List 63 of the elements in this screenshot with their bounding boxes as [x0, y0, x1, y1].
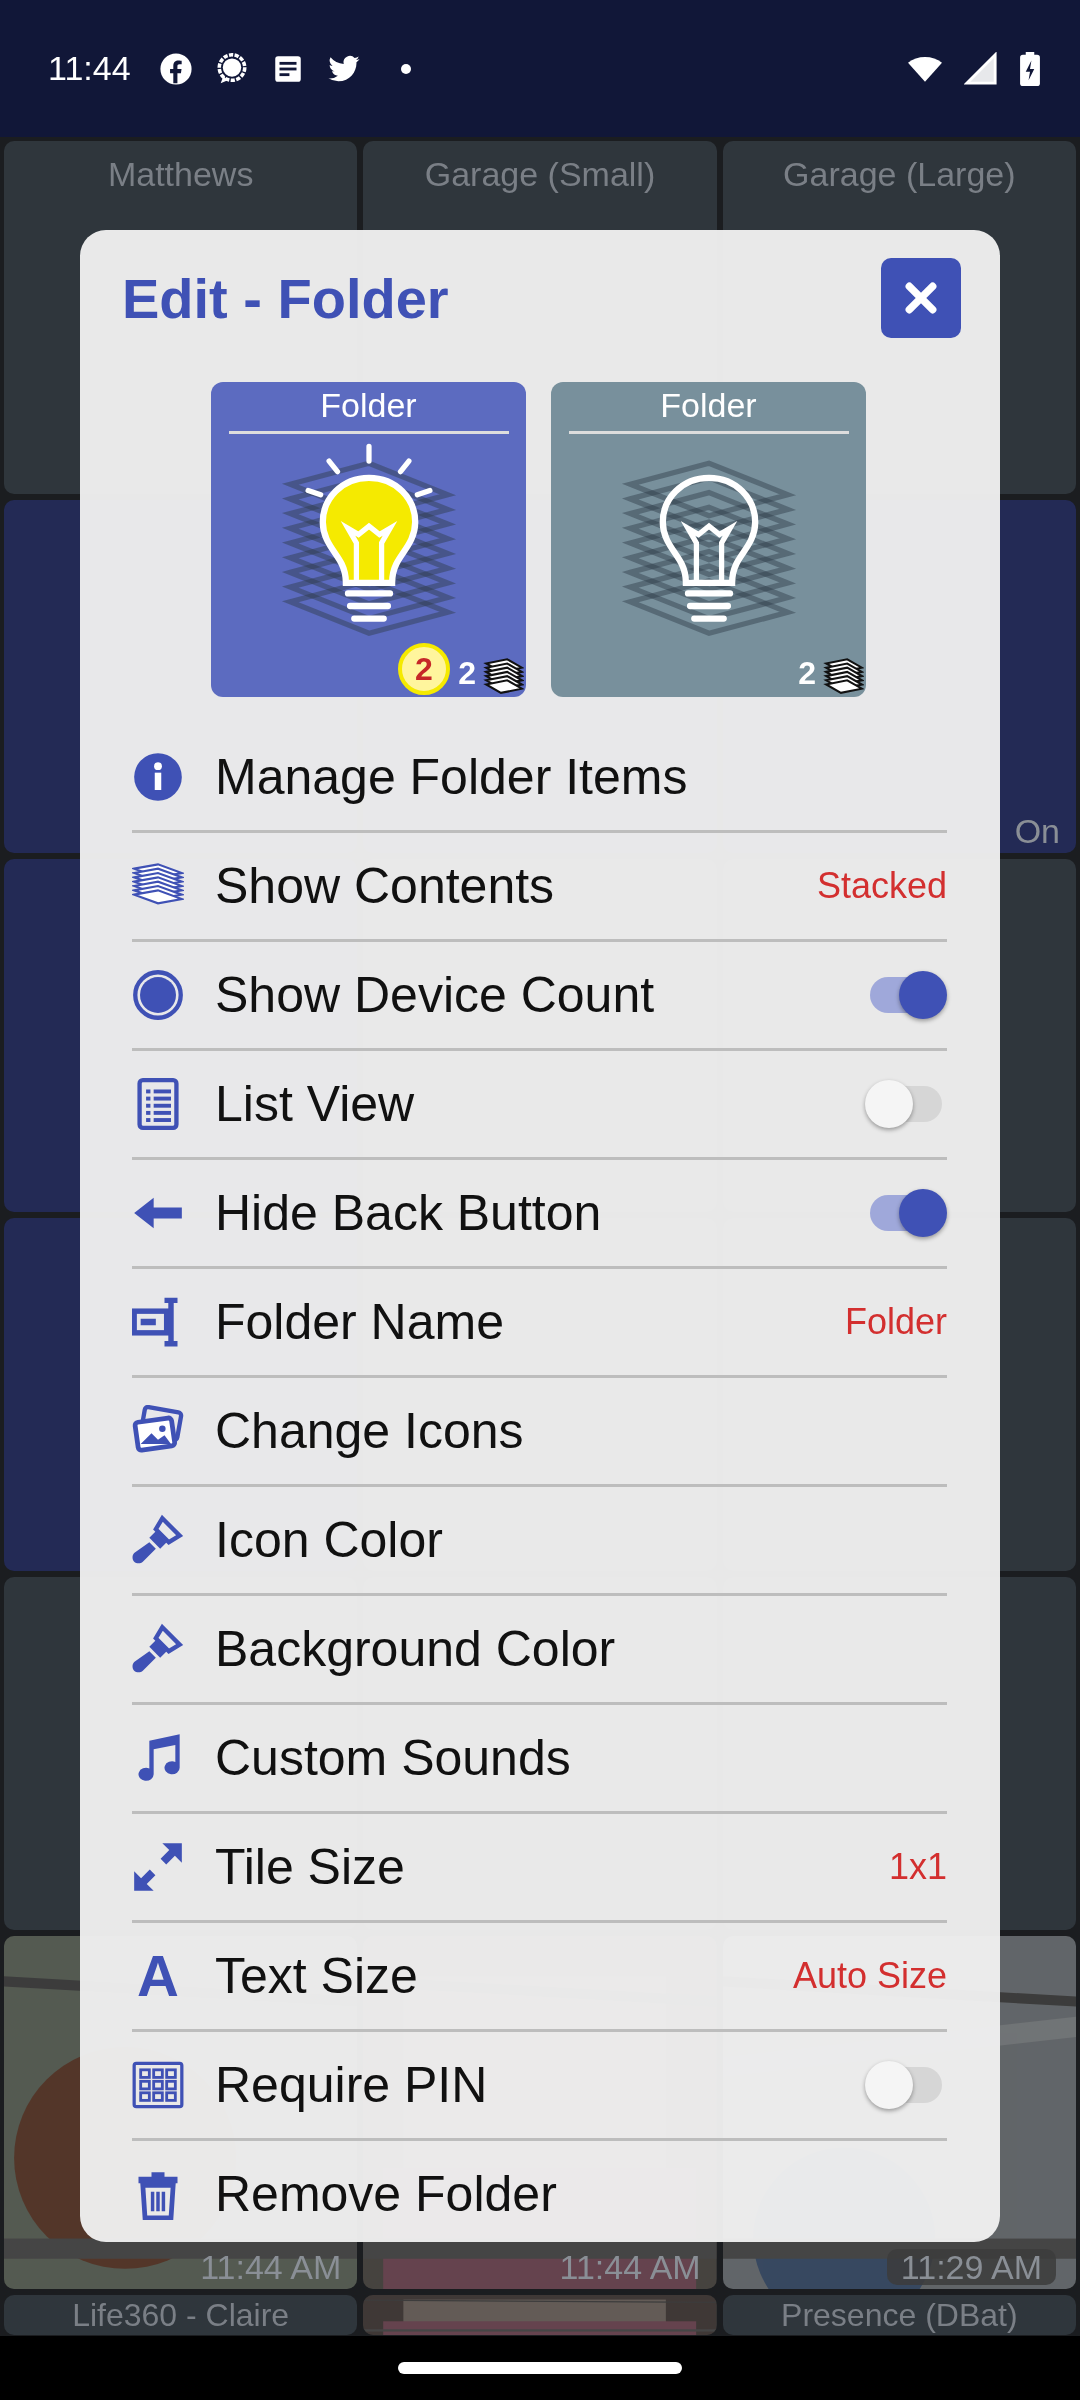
settings-row[interactable]: Background Color — [132, 1596, 947, 1705]
row-label: Tile Size — [215, 1838, 406, 1896]
device-count-badge: 2 — [398, 643, 450, 695]
row-value: 1x1 — [888, 1846, 947, 1888]
row-value: Folder — [844, 1301, 947, 1343]
settings-row[interactable]: Tile Size 1x1 — [132, 1814, 947, 1923]
text-size-icon: A — [132, 1947, 184, 2005]
settings-row[interactable]: Icon Color — [132, 1487, 947, 1596]
brush-icon — [132, 1514, 184, 1566]
tile-label: Matthews — [107, 155, 254, 194]
settings-row[interactable]: Manage Folder Items — [132, 724, 947, 833]
row-label: Show Device Count — [215, 966, 656, 1024]
tile-status: 11:29 AM — [886, 2249, 1056, 2285]
home-handle[interactable] — [398, 2362, 682, 2374]
settings-row[interactable]: Show Device Count — [132, 942, 947, 1051]
row-label: Folder Name — [215, 1293, 505, 1351]
item-count: 2 — [458, 657, 476, 689]
info-icon — [132, 751, 184, 803]
row-label: List View — [215, 1075, 416, 1133]
facebook-icon — [158, 51, 193, 86]
dot-icon — [400, 63, 411, 74]
chat-bubble-icon — [214, 51, 249, 86]
row-label: Show Contents — [215, 857, 556, 915]
tile-label: Garage (Large) — [783, 155, 1016, 194]
row-label: Change Icons — [215, 1402, 525, 1460]
settings-row[interactable]: Folder Name Folder — [132, 1269, 947, 1378]
status-time: 11:44 — [48, 49, 131, 88]
settings-row[interactable]: Custom Sounds — [132, 1705, 947, 1814]
settings-row[interactable]: Change Icons — [132, 1378, 947, 1487]
preview-label: Folder — [568, 382, 849, 434]
signal-icon — [964, 51, 998, 86]
brush-icon — [132, 1623, 184, 1675]
settings-row[interactable]: Require PIN — [132, 2032, 947, 2141]
row-label: Remove Folder — [215, 2165, 558, 2223]
settings-row[interactable]: Remove Folder — [132, 2141, 947, 2247]
row-label: Hide Back Button — [215, 1184, 603, 1242]
row-label: Background Color — [215, 1620, 617, 1678]
row-label: Manage Folder Items — [215, 748, 689, 806]
settings-row[interactable]: Hide Back Button — [132, 1160, 947, 1269]
settings-row[interactable]: A Text Size Auto Size — [132, 1923, 947, 2032]
row-label: Require PIN — [215, 2056, 489, 2114]
preview-label: Folder — [228, 382, 509, 434]
dialog-title: Edit - Folder — [122, 265, 449, 331]
keypad-icon — [132, 2059, 184, 2111]
folder-preview[interactable]: Folder 2 2 — [211, 382, 526, 697]
tile-status: 11:44 AM — [559, 2249, 701, 2285]
resize-icon — [132, 1841, 184, 1893]
row-value: Stacked — [816, 865, 947, 907]
ring-icon — [132, 969, 184, 1021]
row-label: Icon Color — [215, 1511, 444, 1569]
settings-row[interactable]: List View — [132, 1051, 947, 1160]
tile-label: Presence (DBat) — [781, 2297, 1018, 2333]
row-label: Text Size — [215, 1947, 419, 2005]
battery-icon — [1020, 51, 1040, 86]
close-button[interactable] — [881, 258, 961, 338]
tile-status: On — [1014, 813, 1060, 849]
row-label: Custom Sounds — [215, 1729, 572, 1787]
tile-status: 11:44 AM — [200, 2249, 342, 2285]
row-value: Auto Size — [792, 1955, 947, 1997]
tile-label: Garage (Small) — [424, 155, 656, 194]
tile-label: Life360 - Claire — [72, 2297, 290, 2333]
item-count: 2 — [798, 657, 816, 689]
settings-row[interactable]: Show Contents Stacked — [132, 833, 947, 942]
